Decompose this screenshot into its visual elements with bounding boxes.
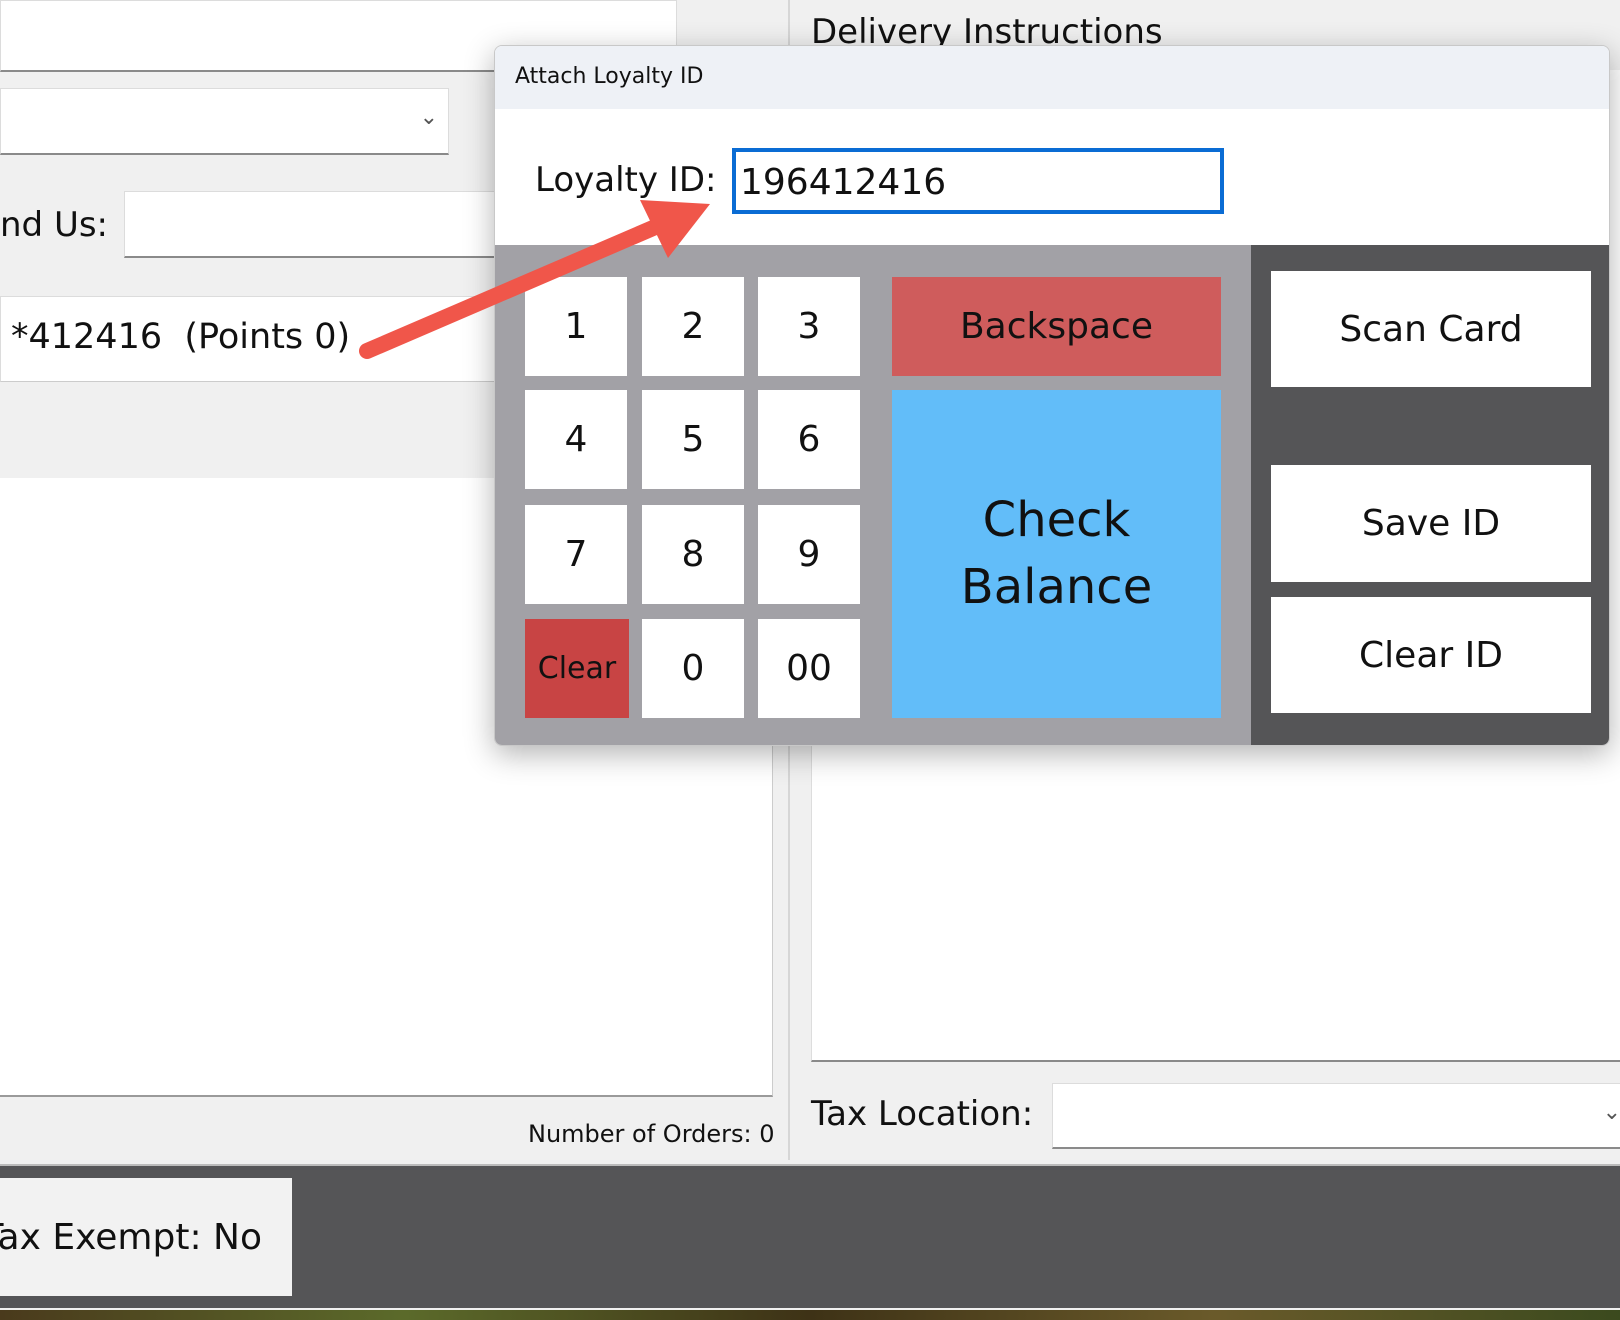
key-5[interactable]: 5 bbox=[642, 390, 744, 489]
clear-id-label: Clear ID bbox=[1359, 634, 1503, 676]
chevron-down-icon: ⌄ bbox=[419, 105, 438, 130]
tax-location-label: Tax Location: bbox=[811, 1094, 1034, 1134]
tax-exempt-button[interactable]: Tax Exempt: No bbox=[0, 1178, 292, 1296]
key-6[interactable]: 6 bbox=[758, 390, 860, 489]
key-label: 2 bbox=[681, 306, 705, 347]
clear-button[interactable]: Clear bbox=[525, 619, 629, 718]
find-us-input[interactable] bbox=[124, 191, 524, 258]
key-label: Clear bbox=[537, 651, 617, 686]
clear-id-button[interactable]: Clear ID bbox=[1271, 597, 1591, 713]
desktop-wallpaper-strip bbox=[0, 1310, 1620, 1320]
find-us-label: nd Us: bbox=[0, 205, 108, 245]
tax-location-dropdown[interactable]: ⌄ bbox=[1052, 1083, 1620, 1149]
check-balance-button[interactable]: Check Balance bbox=[892, 390, 1221, 718]
loyalty-display-field[interactable]: *412416 (Points 0) bbox=[0, 296, 520, 382]
key-label: 00 bbox=[786, 648, 832, 689]
tax-exempt-label: Tax Exempt: No bbox=[0, 1216, 262, 1258]
save-id-label: Save ID bbox=[1361, 503, 1501, 544]
key-00[interactable]: 00 bbox=[758, 619, 860, 718]
key-label: 8 bbox=[681, 534, 705, 575]
scan-card-button[interactable]: Scan Card bbox=[1271, 271, 1591, 387]
key-label: 3 bbox=[797, 306, 821, 347]
key-label: 7 bbox=[564, 534, 588, 575]
key-8[interactable]: 8 bbox=[642, 505, 744, 604]
loyalty-id-value: 196412416 bbox=[740, 162, 947, 203]
key-4[interactable]: 4 bbox=[525, 390, 627, 489]
key-7[interactable]: 7 bbox=[525, 505, 627, 604]
key-2[interactable]: 2 bbox=[642, 277, 744, 376]
backspace-label: Backspace bbox=[959, 306, 1153, 347]
dialog-title: Attach Loyalty ID bbox=[515, 64, 704, 89]
save-id-button[interactable]: Save ID bbox=[1271, 465, 1591, 582]
dropdown-select[interactable]: ⌄ bbox=[0, 88, 449, 155]
scan-card-label: Scan Card bbox=[1339, 308, 1523, 350]
dialog-title-bar: Attach Loyalty ID bbox=[495, 46, 1609, 109]
number-of-orders: Number of Orders: 0 bbox=[528, 1120, 775, 1148]
key-label: 4 bbox=[564, 419, 588, 460]
key-label: 9 bbox=[797, 534, 821, 575]
key-label: 5 bbox=[681, 419, 705, 460]
chevron-down-icon: ⌄ bbox=[1602, 1100, 1620, 1125]
loyalty-display-text: *412416 (Points 0) bbox=[11, 317, 351, 357]
loyalty-id-input[interactable]: 196412416 bbox=[732, 148, 1224, 214]
key-label: 6 bbox=[797, 419, 821, 460]
key-label: 1 bbox=[564, 306, 588, 347]
key-1[interactable]: 1 bbox=[525, 277, 627, 376]
loyalty-id-label: Loyalty ID: bbox=[535, 160, 717, 200]
key-9[interactable]: 9 bbox=[758, 505, 860, 604]
backspace-button[interactable]: Backspace bbox=[892, 277, 1221, 376]
check-balance-label: Check Balance bbox=[960, 491, 1153, 615]
key-3[interactable]: 3 bbox=[758, 277, 860, 376]
key-0[interactable]: 0 bbox=[642, 619, 744, 718]
key-label: 0 bbox=[681, 648, 705, 689]
